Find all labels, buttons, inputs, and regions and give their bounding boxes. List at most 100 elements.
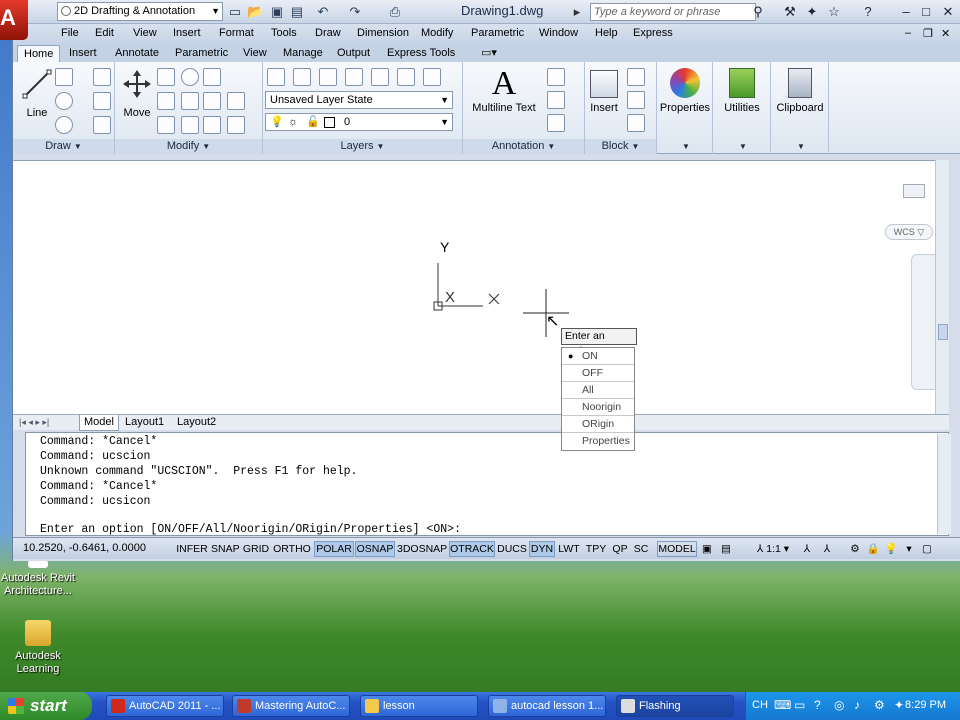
toggle-3dosnap[interactable]: 3DOSNAP (396, 541, 448, 557)
linear-dimension-icon[interactable] (547, 68, 565, 86)
save-as-icon[interactable]: ▤ (289, 4, 305, 20)
toggle-osnap[interactable]: OSNAP (355, 541, 395, 557)
scale-icon[interactable] (181, 116, 199, 134)
menu-tools[interactable]: Tools (271, 27, 297, 39)
clipboard-button[interactable]: Clipboard (773, 68, 827, 114)
tab-output[interactable]: Output (331, 45, 376, 62)
binoculars-icon[interactable]: ⚲ (749, 3, 767, 21)
annotation-scale-dropdown[interactable]: ⅄ 1:1 ▾ (751, 541, 795, 557)
model-space-button[interactable]: MODEL (657, 541, 697, 557)
menu-close-icon[interactable]: ✕ (941, 27, 950, 40)
plot-icon[interactable]: ⎙ (387, 4, 403, 20)
help-icon[interactable]: ? (859, 3, 877, 21)
utilities-expand[interactable]: ▼ (713, 139, 770, 154)
command-prompt[interactable]: Enter an option [ON/OFF/All/Noorigin/ORi… (40, 523, 461, 536)
explode-icon[interactable] (227, 92, 245, 110)
menu-parametric[interactable]: Parametric (471, 27, 524, 39)
scroll-thumb[interactable] (938, 324, 948, 340)
properties-expand[interactable]: ▼ (657, 139, 712, 154)
ellipse-icon[interactable] (55, 116, 73, 134)
toggle-tpy[interactable]: TPY (583, 541, 609, 557)
mirror-icon[interactable] (181, 92, 199, 110)
copy-icon[interactable] (157, 92, 175, 110)
language-indicator[interactable]: CH (752, 699, 768, 711)
help-tray-icon[interactable]: ? (814, 698, 821, 712)
task-mastering-autocad[interactable]: Mastering AutoC... (232, 695, 350, 717)
search-input[interactable]: Type a keyword or phrase (590, 3, 756, 21)
new-file-icon[interactable]: ▭ (227, 4, 243, 20)
workspace-switch-icon[interactable]: ⚙ (847, 541, 863, 557)
circle-icon[interactable] (55, 92, 73, 110)
menu-dimension[interactable]: Dimension (357, 27, 409, 39)
offset-icon[interactable] (227, 116, 245, 134)
drawing-canvas[interactable]: Y ↖ (13, 160, 949, 414)
draw-panel-title[interactable]: Draw ▼ (13, 139, 114, 154)
command-vertical-scrollbar[interactable] (937, 434, 951, 534)
tab-express-tools[interactable]: Express Tools (381, 45, 461, 62)
tab-home[interactable]: Home (17, 45, 61, 62)
tab-layout1[interactable]: Layout1 (121, 415, 168, 431)
subscription-icon[interactable]: ✦ (803, 3, 821, 21)
layer-properties-icon[interactable] (267, 68, 285, 86)
isolate-objects-icon[interactable]: ▾ (901, 541, 917, 557)
menu-window[interactable]: Window (539, 27, 578, 39)
tab-model[interactable]: Model (79, 415, 119, 431)
toggle-ducs[interactable]: DUCS (496, 541, 528, 557)
option-all[interactable]: All (562, 382, 634, 399)
application-menu-button[interactable]: A (0, 0, 28, 40)
task-lesson-folder[interactable]: lesson (360, 695, 478, 717)
layer-lock-icon[interactable] (371, 68, 389, 86)
drawing-vertical-scrollbar[interactable] (935, 160, 949, 414)
toggle-snap[interactable]: SNAP (210, 541, 240, 557)
menu-express[interactable]: Express (633, 27, 673, 39)
network-icon[interactable]: ▭ (794, 698, 805, 712)
insert-button[interactable]: Insert (587, 70, 621, 114)
polyline-icon[interactable] (55, 68, 73, 86)
menu-draw[interactable]: Draw (315, 27, 341, 39)
update-icon[interactable]: ✦ (894, 698, 904, 712)
table-icon[interactable] (547, 114, 565, 132)
task-flashing[interactable]: Flashing (616, 695, 734, 717)
bluetooth-icon[interactable]: ◎ (834, 698, 844, 712)
undo-icon[interactable]: ↶ (315, 4, 331, 20)
layer-dropdown[interactable]: 💡 ☼ 🔓 0 ▼ (265, 113, 453, 131)
tab-manage[interactable]: Manage (277, 45, 329, 62)
ribbon-options-icon[interactable]: ▭▾ (475, 45, 503, 62)
spline-icon[interactable] (93, 68, 111, 86)
annotation-visibility-icon[interactable]: ⅄ (799, 541, 815, 557)
rectangle-icon[interactable] (93, 92, 111, 110)
maximize-icon[interactable]: □ (917, 3, 935, 21)
volume-icon[interactable]: ♪ (854, 698, 860, 712)
edit-block-icon[interactable] (627, 91, 645, 109)
toggle-polar[interactable]: POLAR (314, 541, 354, 557)
clipboard-expand[interactable]: ▼ (771, 139, 828, 154)
array-icon[interactable] (203, 116, 221, 134)
modify-panel-title[interactable]: Modify ▼ (115, 139, 262, 154)
menu-minimize-icon[interactable]: – (905, 27, 911, 39)
task-autocad[interactable]: AutoCAD 2011 - ... (106, 695, 224, 717)
menu-edit[interactable]: Edit (95, 27, 114, 39)
hatch-icon[interactable] (93, 116, 111, 134)
option-origin[interactable]: ORigin (562, 416, 634, 433)
toggle-otrack[interactable]: OTRACK (449, 541, 495, 557)
tab-scroll-arrows-icon[interactable]: |◂ ◂ ▸ ▸| (15, 415, 53, 431)
viewcube[interactable]: WCS ▽ (885, 168, 941, 240)
fillet-icon[interactable] (203, 92, 221, 110)
tab-layout2[interactable]: Layout2 (173, 415, 220, 431)
toggle-infer[interactable]: INFER (175, 541, 209, 557)
desktop-icon-learning[interactable]: Autodesk Learning (0, 620, 76, 676)
rotate-icon[interactable] (157, 68, 175, 86)
multiline-text-button[interactable]: A Multiline Text (469, 66, 539, 115)
tab-annotate[interactable]: Annotate (109, 45, 165, 62)
option-on[interactable]: ● ON (562, 348, 634, 365)
close-icon[interactable]: ✕ (939, 3, 957, 21)
toggle-grid[interactable]: GRID (241, 541, 271, 557)
menu-format[interactable]: Format (219, 27, 254, 39)
minimize-icon[interactable]: – (897, 3, 915, 21)
leader-icon[interactable] (547, 91, 565, 109)
annotation-panel-title[interactable]: Annotation ▼ (463, 139, 584, 154)
security-icon[interactable]: ⚙ (874, 698, 885, 712)
toggle-dyn[interactable]: DYN (529, 541, 555, 557)
layer-state-dropdown[interactable]: Unsaved Layer State ▼ (265, 91, 453, 109)
utilities-button[interactable]: Utilities (715, 68, 769, 114)
